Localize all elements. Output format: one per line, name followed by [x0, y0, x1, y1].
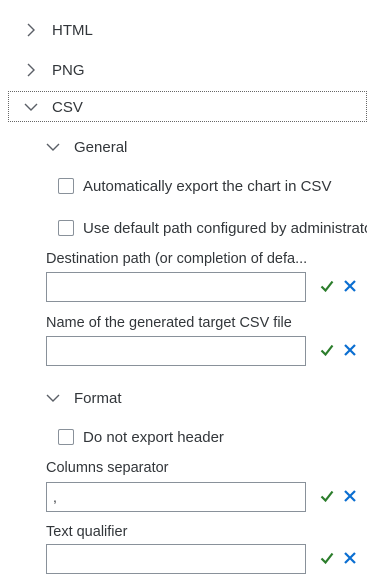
check-icon[interactable] [320, 489, 334, 503]
text-qualifier-input[interactable] [46, 544, 306, 574]
section-html-label: HTML [52, 21, 93, 39]
no-header-checkbox[interactable] [58, 429, 74, 445]
auto-export-option: Automatically export the chart in CSV [58, 176, 367, 196]
auto-export-checkbox[interactable] [58, 178, 74, 194]
text-qualifier-label: Text qualifier [46, 524, 128, 540]
auto-export-label: Automatically export the chart in CSV [83, 177, 332, 195]
no-header-label: Do not export header [83, 428, 224, 446]
chevron-down-icon [46, 391, 60, 405]
close-icon[interactable] [343, 343, 357, 357]
check-icon[interactable] [320, 343, 334, 357]
close-icon[interactable] [343, 489, 357, 503]
default-path-checkbox[interactable] [58, 220, 74, 236]
chevron-down-icon [46, 140, 60, 154]
chevron-right-icon [24, 23, 38, 37]
section-png-label: PNG [52, 61, 85, 79]
subsection-general[interactable]: General [46, 137, 127, 157]
target-name-input[interactable] [46, 336, 306, 366]
section-csv[interactable]: CSV [24, 97, 83, 117]
destination-path-input[interactable] [46, 272, 306, 302]
default-path-label: Use default path configured by administr… [83, 219, 367, 237]
chevron-right-icon [24, 63, 38, 77]
section-csv-label: CSV [52, 98, 83, 116]
subsection-general-label: General [74, 138, 128, 156]
check-icon[interactable] [320, 279, 334, 293]
no-header-option: Do not export header [58, 427, 224, 447]
subsection-format[interactable]: Format [46, 388, 122, 408]
check-icon[interactable] [320, 551, 334, 565]
destination-path-label: Destination path (or completion of defa.… [46, 251, 308, 267]
subsection-format-label: Format [74, 389, 122, 407]
columns-separator-label: Columns separator [46, 460, 169, 476]
target-name-label: Name of the generated target CSV file [46, 315, 292, 331]
close-icon[interactable] [343, 551, 357, 565]
chevron-down-icon [24, 100, 38, 114]
close-icon[interactable] [343, 279, 357, 293]
default-path-option: Use default path configured by administr… [58, 218, 367, 238]
section-png[interactable]: PNG [24, 60, 85, 80]
section-html[interactable]: HTML [24, 20, 93, 40]
columns-separator-input[interactable] [46, 482, 306, 512]
